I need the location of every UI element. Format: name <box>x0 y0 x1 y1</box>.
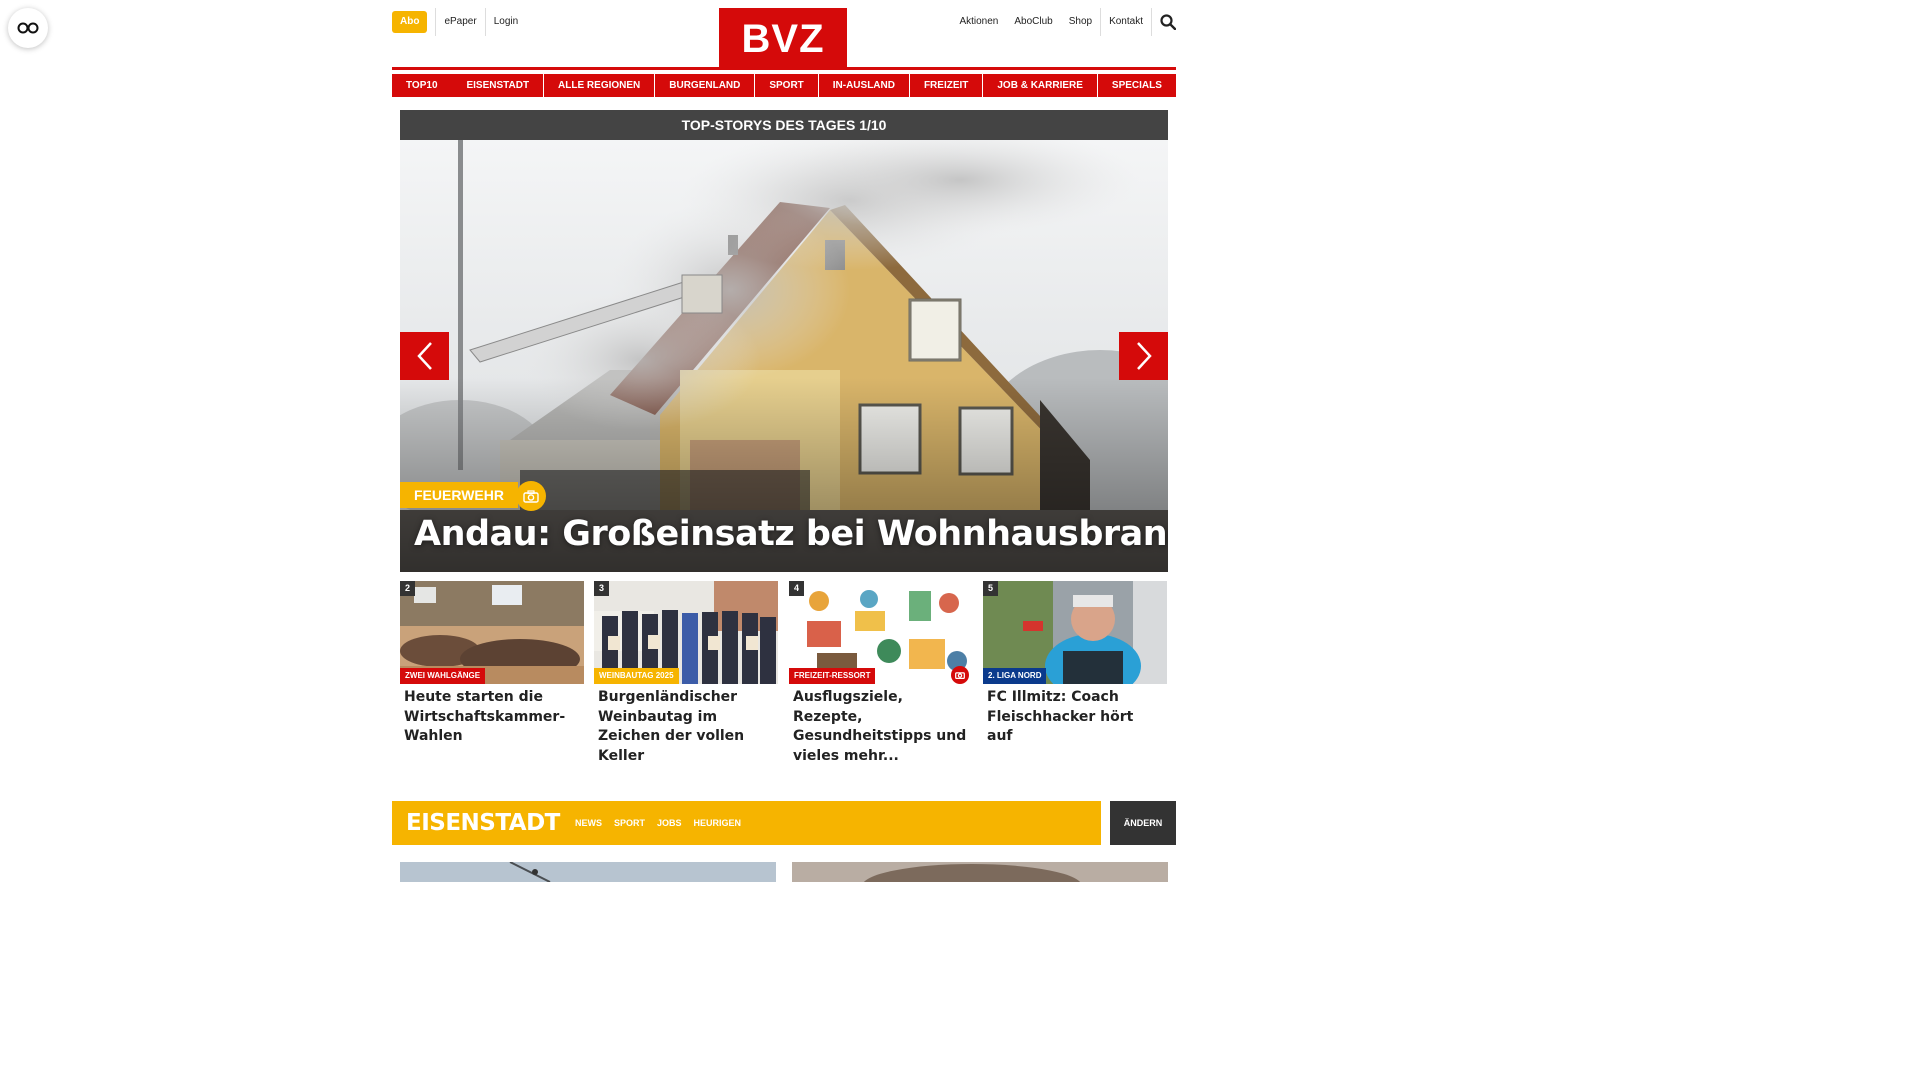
aktionen-link[interactable]: Aktionen <box>951 8 1006 36</box>
region-link-heurigen[interactable]: HEURIGEN <box>694 818 742 828</box>
site-header: Abo ePaper Login BVZ Aktionen AboClub Sh… <box>392 0 1176 70</box>
teaser-number: 3 <box>594 581 609 596</box>
search-icon[interactable] <box>1152 8 1176 36</box>
teaser-card[interactable]: 2 ZWEI WAHLGÄNGE Heute starten die Wirts… <box>400 581 584 747</box>
camera-icon <box>951 666 969 684</box>
nav-specials[interactable]: SPECIALS <box>1097 74 1176 97</box>
teaser-title[interactable]: Ausflugsziele, Rezepte, Gesundheitstipps… <box>789 688 973 766</box>
epaper-link[interactable]: ePaper <box>435 8 484 36</box>
teaser-thumbnail: 2 ZWEI WAHLGÄNGE <box>400 581 584 684</box>
teaser-thumbnail: 3 WEINBAUTAG 2025 <box>594 581 778 684</box>
teaser-category: FREIZEIT-RESSORT <box>789 668 876 684</box>
nav-freizeit[interactable]: FREIZEIT <box>909 74 983 97</box>
main-nav: TOP10 EISENSTADT ALLE REGIONEN BURGENLAN… <box>392 74 1176 97</box>
teaser-card[interactable]: 5 2. LIGA NORD FC Illmitz: Coach Fleisch… <box>983 581 1167 747</box>
accessibility-button[interactable] <box>8 8 48 48</box>
teaser-category: 2. LIGA NORD <box>983 668 1047 684</box>
region-link-sport[interactable]: SPORT <box>614 818 645 828</box>
teaser-category: ZWEI WAHLGÄNGE <box>400 668 486 684</box>
slider-prev-button[interactable] <box>400 332 449 380</box>
article-image[interactable] <box>400 862 776 882</box>
kontakt-link[interactable]: Kontakt <box>1101 8 1151 36</box>
teaser-row: 2 ZWEI WAHLGÄNGE Heute starten die Wirts… <box>400 581 1168 764</box>
teaser-title[interactable]: FC Illmitz: Coach Fleischhacker hört auf <box>983 688 1167 747</box>
nav-sport[interactable]: SPORT <box>755 74 818 97</box>
nav-eisenstadt[interactable]: EISENSTADT <box>452 74 544 97</box>
region-title[interactable]: EISENSTADT <box>406 801 560 845</box>
nav-in-ausland[interactable]: IN-AUSLAND <box>818 74 909 97</box>
nav-job-karriere[interactable]: JOB & KARRIERE <box>983 74 1097 97</box>
abo-button[interactable]: Abo <box>392 11 428 33</box>
nav-alle-regionen[interactable]: ALLE REGIONEN <box>544 74 655 97</box>
nav-top10[interactable]: TOP10 <box>392 74 452 97</box>
aboclub-link[interactable]: AboClub <box>1006 8 1060 36</box>
chevron-right-icon <box>1136 342 1152 370</box>
teaser-card[interactable]: 4 FREIZEIT-RESSORT Ausflugsziele, Rezept… <box>789 581 973 766</box>
region-link-news[interactable]: NEWS <box>575 818 602 828</box>
teaser-thumbnail: 5 2. LIGA NORD <box>983 581 1167 684</box>
site-logo[interactable]: BVZ <box>719 8 847 67</box>
hero-category-badge[interactable]: FEUERWEHR <box>400 482 518 508</box>
teaser-number: 4 <box>789 581 804 596</box>
header-right-links: Aktionen AboClub Shop Kontakt <box>951 8 1176 36</box>
teaser-card[interactable]: 3 WEINBAUTAG 2025 Burgenländischer Weinb… <box>594 581 778 766</box>
nav-burgenland[interactable]: BURGENLAND <box>655 74 755 97</box>
chevron-left-icon <box>416 342 432 370</box>
teaser-number: 5 <box>983 581 998 596</box>
region-links: NEWS SPORT JOBS HEURIGEN <box>575 801 753 845</box>
region-bar: EISENSTADT NEWS SPORT JOBS HEURIGEN <box>392 801 1101 845</box>
article-image[interactable] <box>792 862 1168 882</box>
teaser-thumbnail: 4 FREIZEIT-RESSORT <box>789 581 973 684</box>
slider-next-button[interactable] <box>1119 332 1168 380</box>
teaser-category: WEINBAUTAG 2025 <box>594 668 679 684</box>
shop-link[interactable]: Shop <box>1061 8 1100 36</box>
header-divider <box>392 67 1176 70</box>
hero-headline[interactable]: Andau: Großeinsatz bei Wohnhausbrand <box>414 514 1168 554</box>
camera-icon <box>516 481 546 511</box>
topstories-heading: TOP-STORYS DES TAGES 1/10 <box>400 110 1168 140</box>
header-left-links: Abo ePaper Login <box>392 8 526 36</box>
teaser-title[interactable]: Heute starten die Wirtschaftskammer-Wahl… <box>400 688 584 747</box>
teaser-title[interactable]: Burgenländischer Weinbautag im Zeichen d… <box>594 688 778 766</box>
hero-slide[interactable]: FEUERWEHR Andau: Großeinsatz bei Wohnhau… <box>400 140 1168 572</box>
region-link-jobs[interactable]: JOBS <box>657 818 682 828</box>
login-link[interactable]: Login <box>486 8 526 36</box>
glasses-icon <box>17 22 39 34</box>
change-region-button[interactable]: ÄNDERN <box>1110 801 1176 845</box>
teaser-number: 2 <box>400 581 415 596</box>
